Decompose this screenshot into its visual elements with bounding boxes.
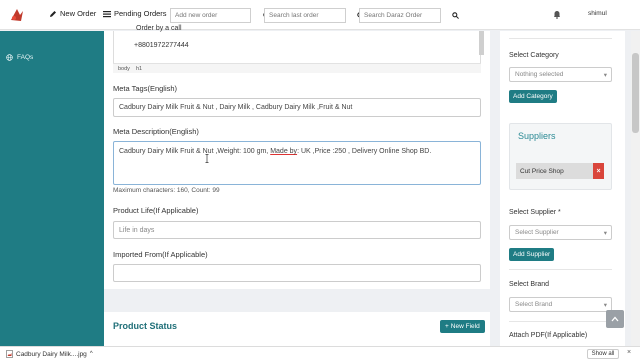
pending-orders-label: Pending Orders: [114, 9, 167, 18]
divider: [509, 269, 612, 270]
select-category-label: Select Category: [509, 52, 559, 59]
chevron-up-icon: ^: [89, 351, 93, 357]
meta-description-textarea[interactable]: Cadbury Dairy Milk Fruit & Nut ,Weight: …: [113, 141, 481, 185]
meta-tags-value: Cadbury Dairy Milk Fruit & Nut , Dairy M…: [119, 104, 353, 111]
product-life-label: Product Life(If Applicable): [113, 206, 199, 215]
last-order-search: [264, 8, 364, 23]
sidebar: FAQs: [0, 31, 104, 346]
select-supplier-label: Select Supplier *: [509, 209, 561, 216]
meta-tags-label: Meta Tags(English): [113, 84, 178, 93]
product-status-title: Product Status: [113, 321, 178, 331]
caret-down-icon: ▾: [603, 301, 607, 309]
divider: [509, 321, 612, 322]
supplier-select-value: Select Supplier: [515, 229, 559, 236]
imported-from-label: Imported From(If Applicable): [113, 250, 208, 259]
brand-logo[interactable]: [8, 6, 26, 24]
new-order-button[interactable]: New Order: [49, 9, 96, 18]
product-life-placeholder: Life in days: [119, 226, 155, 234]
daraz-order-input[interactable]: [360, 9, 452, 22]
editor-path-item[interactable]: h1: [136, 66, 142, 72]
editor-line: +8801972277444: [134, 42, 189, 49]
chevron-up-icon: [611, 316, 619, 322]
last-order-input[interactable]: [265, 9, 357, 22]
search-button[interactable]: [452, 9, 459, 22]
add-category-label: Add Category: [513, 93, 553, 100]
imported-from-input[interactable]: [113, 264, 481, 282]
download-item[interactable]: Cadbury Dairy Milk....jpg ^: [6, 350, 93, 358]
download-file-name: Cadbury Dairy Milk....jpg: [16, 350, 87, 358]
add-supplier-label: Add Supplier: [513, 251, 551, 258]
caret-down-icon: ▾: [603, 229, 607, 237]
bell-icon[interactable]: [553, 10, 561, 19]
category-select[interactable]: Nothing selected ▾: [509, 67, 612, 82]
image-file-icon: [6, 350, 13, 358]
new-field-label: New Field: [450, 323, 480, 330]
supplier-chip-label: Cut Price Shop: [520, 167, 564, 175]
page-scrollbar[interactable]: [631, 31, 640, 346]
back-to-top-button[interactable]: [606, 310, 624, 328]
supplier-chip: Cut Price Shop: [516, 163, 601, 179]
attach-pdf-label: Attach PDF(If Applicable): [509, 332, 588, 339]
scrollbar-thumb[interactable]: [632, 53, 639, 133]
remove-supplier-button[interactable]: ×: [593, 163, 604, 179]
meta-tags-input[interactable]: Cadbury Dairy Milk Fruit & Nut , Dairy M…: [113, 98, 481, 117]
close-icon: ×: [596, 167, 601, 175]
user-menu[interactable]: shimul: [588, 10, 607, 17]
sidebar-item-label: FAQs: [17, 54, 34, 61]
close-icon[interactable]: ×: [627, 349, 631, 356]
sidebar-item-faqs[interactable]: FAQs: [6, 54, 33, 61]
brand-select[interactable]: Select Brand ▾: [509, 297, 612, 312]
editor-statusbar: body h1: [113, 63, 481, 73]
editor-line: Order by a call: [136, 25, 182, 32]
category-select-value: Nothing selected: [515, 71, 564, 78]
top-bar: New Order Pending Orders shimul: [0, 0, 640, 30]
product-form: Order by a call +8801972277444 body h1 M…: [104, 25, 490, 289]
product-life-input[interactable]: Life in days: [113, 221, 481, 239]
suppliers-title: Suppliers: [518, 131, 556, 141]
list-icon: [103, 10, 111, 17]
char-count-hint: Maximum characters: 160, Count: 99: [113, 187, 220, 194]
daraz-order-search: [359, 8, 459, 23]
product-status-card: Product Status + New Field: [104, 312, 490, 347]
add-category-button[interactable]: Add Category: [509, 90, 557, 103]
brand-select-value: Select Brand: [515, 301, 553, 308]
editor-scrollbar[interactable]: [479, 31, 484, 55]
pencil-icon: [50, 10, 56, 17]
add-supplier-button[interactable]: Add Supplier: [509, 248, 555, 261]
new-field-button[interactable]: + New Field: [440, 320, 485, 333]
new-order-label: New Order: [60, 9, 97, 18]
caret-down-icon: ▾: [603, 71, 607, 79]
meta-description-text: Cadbury Dairy Milk Fruit & Nut ,Weight: …: [119, 148, 432, 155]
text-cursor-icon: [205, 154, 209, 163]
right-panel: Select Category Nothing selected ▾ Add C…: [500, 31, 625, 346]
supplier-select[interactable]: Select Supplier ▾: [509, 225, 612, 240]
download-bar: Cadbury Dairy Milk....jpg ^ Show all ×: [0, 346, 640, 360]
plus-icon: +: [445, 323, 449, 330]
select-brand-label: Select Brand: [509, 281, 550, 288]
divider: [509, 38, 612, 39]
meta-description-label: Meta Description(English): [113, 127, 199, 136]
editor-path-item[interactable]: body: [118, 66, 130, 72]
new-order-input[interactable]: [171, 9, 263, 22]
pending-orders-button[interactable]: Pending Orders: [103, 9, 167, 18]
user-name: shimul: [588, 10, 607, 17]
suppliers-box: Suppliers Cut Price Shop ×: [509, 123, 612, 190]
search-icon: [452, 12, 459, 19]
show-all-label: Show all: [591, 351, 615, 357]
globe-icon: [6, 54, 13, 61]
show-all-button[interactable]: Show all: [587, 349, 619, 359]
new-order-search: [170, 8, 270, 23]
